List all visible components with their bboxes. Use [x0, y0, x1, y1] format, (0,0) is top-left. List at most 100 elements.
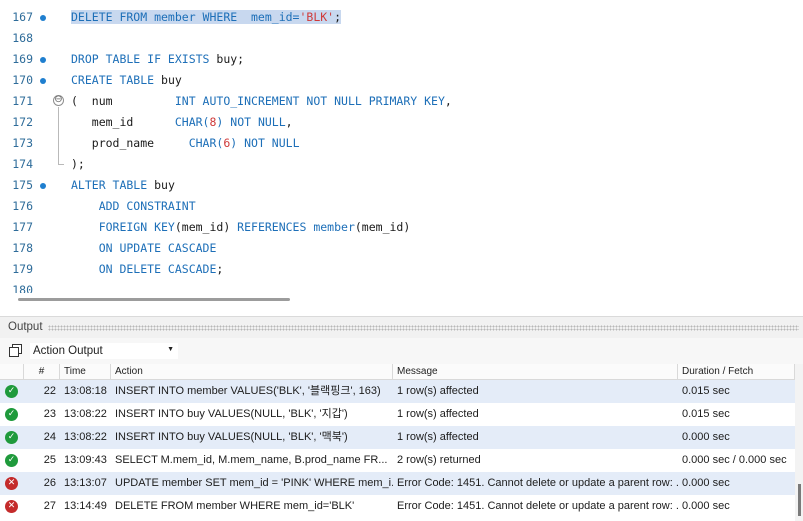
output-panel-title: Output [8, 321, 43, 333]
code-line[interactable]: 174); [0, 154, 803, 175]
line-number: 173 [12, 136, 33, 150]
code-token: FOREIGN KEY [71, 220, 175, 234]
code-token: (mem_id) [354, 220, 411, 234]
code-token: ) NOT NULL [216, 115, 286, 129]
cell-duration: 0.000 sec [682, 477, 730, 489]
table-row[interactable]: ✓ 24 13:08:22 INSERT INTO buy VALUES(NULL, … [0, 426, 795, 449]
cell-num: 22 [43, 385, 56, 397]
code-text: ADD CONSTRAINT [71, 196, 196, 217]
line-number: 179 [12, 262, 33, 276]
code-token: ON DELETE CASCADE [71, 262, 217, 276]
table-row[interactable]: ✕ 26 13:13:07 UPDATE member SET mem_id = 'P… [0, 472, 795, 495]
output-vertical-scroll-thumb[interactable] [798, 484, 801, 516]
code-token: buy [154, 178, 175, 192]
statement-marker-icon [40, 15, 46, 21]
cell-message: 2 row(s) returned [397, 454, 481, 466]
cell-message: Error Code: 1451. Cannot delete or updat… [397, 500, 678, 512]
code-token: DROP TABLE IF EXISTS [71, 52, 217, 66]
cell-duration: 0.015 sec [682, 408, 730, 420]
code-line[interactable]: 171 ⊖ ( num INT AUTO_INCREMENT NOT NULL PR… [0, 91, 803, 112]
code-text: DELETE FROM member WHERE mem_id='BLK'; [71, 7, 342, 28]
line-number: 176 [12, 199, 33, 213]
cell-num: 24 [43, 431, 56, 443]
cell-duration: 0.000 sec [682, 431, 730, 443]
statement-marker-icon [40, 57, 46, 63]
cell-message: 1 row(s) affected [397, 431, 479, 443]
code-token: , [285, 115, 293, 129]
copy-icon[interactable] [9, 344, 22, 357]
code-token: CREATE TABLE [71, 73, 162, 87]
line-number: 169 [12, 52, 33, 66]
column-header[interactable]: Time [60, 364, 111, 380]
code-token: 'BLK' [299, 10, 335, 24]
code-token: ); [71, 157, 85, 171]
table-row[interactable]: ✓ 22 13:08:18 INSERT INTO member VALUES('BL… [0, 380, 795, 403]
code-line[interactable]: 177 FOREIGN KEY(mem_id) REFERENCES membe… [0, 217, 803, 238]
code-token: REFERENCES member [237, 220, 355, 234]
code-token: mem_id [71, 115, 175, 129]
table-row[interactable]: ✓ 25 13:09:43 SELECT M.mem_id, M.mem_name, … [0, 449, 795, 472]
fold-guide-end [58, 164, 64, 165]
code-token: (mem_id) [174, 220, 238, 234]
code-line[interactable]: 173 prod_name CHAR(6) NOT NULL [0, 133, 803, 154]
column-header[interactable]: Action [111, 364, 393, 380]
error-x-icon: ✕ [5, 500, 18, 513]
code-line[interactable]: 176 ADD CONSTRAINT [0, 196, 803, 217]
line-number: 168 [12, 31, 33, 45]
editor-horizontal-scroll-thumb[interactable] [18, 298, 290, 301]
line-number: 178 [12, 241, 33, 255]
code-token: DELETE FROM member WHERE mem_id= [71, 10, 300, 24]
column-header[interactable]: Message [393, 364, 678, 380]
success-check-icon: ✓ [5, 454, 18, 467]
cell-num: 26 [43, 477, 56, 489]
code-text: ( num INT AUTO_INCREMENT NOT NULL PRIMAR… [71, 91, 452, 112]
fold-toggle-icon[interactable]: ⊖ [53, 95, 64, 106]
code-text: mem_id CHAR(8) NOT NULL, [71, 112, 293, 133]
code-line[interactable]: 170 CREATE TABLE buy [0, 70, 803, 91]
code-line[interactable]: 172 mem_id CHAR(8) NOT NULL, [0, 112, 803, 133]
table-row[interactable]: ✓ 23 13:08:22 INSERT INTO buy VALUES(NULL, … [0, 403, 795, 426]
code-token: CHAR( [174, 115, 210, 129]
column-header-status[interactable] [0, 364, 24, 380]
code-line[interactable]: 179 ON DELETE CASCADE; [0, 259, 803, 280]
success-check-icon: ✓ [5, 385, 18, 398]
cell-duration: 0.000 sec / 0.000 sec [682, 454, 787, 466]
code-text: FOREIGN KEY(mem_id) REFERENCES member(me… [71, 217, 411, 238]
code-token: ADD CONSTRAINT [71, 199, 196, 213]
output-type-select[interactable]: Action Output ▼ [29, 342, 179, 360]
code-text: ON DELETE CASCADE; [71, 259, 224, 280]
panel-resize-grip[interactable] [48, 325, 799, 331]
code-token: prod_name [71, 136, 189, 150]
line-number: 177 [12, 220, 33, 234]
code-text: DROP TABLE IF EXISTS buy; [71, 49, 244, 70]
cell-time: 13:13:07 [64, 477, 107, 489]
column-header[interactable]: # [24, 364, 60, 380]
code-line[interactable]: 169 DROP TABLE IF EXISTS buy; [0, 49, 803, 70]
code-token: , [444, 94, 452, 108]
code-line[interactable]: 168 [0, 28, 803, 49]
code-text: ALTER TABLE buy [71, 175, 175, 196]
column-header[interactable]: Duration / Fetch [678, 364, 795, 380]
table-row[interactable]: ✕ 27 13:14:49 DELETE FROM member WHERE mem_… [0, 495, 795, 518]
cell-action: INSERT INTO buy VALUES(NULL, 'BLK', '맥북'… [115, 431, 348, 443]
editor-horizontal-scrollbar[interactable] [0, 293, 803, 315]
cell-time: 13:08:22 [64, 431, 107, 443]
code-token: ; [216, 262, 224, 276]
line-number: 180 [12, 283, 33, 293]
sql-editor[interactable]: 167 DELETE FROM member WHERE mem_id='BLK'… [0, 0, 803, 293]
code-line[interactable]: 167 DELETE FROM member WHERE mem_id='BLK'… [0, 7, 803, 28]
cell-duration: 0.000 sec [682, 500, 730, 512]
cell-num: 27 [43, 500, 56, 512]
error-x-icon: ✕ [5, 477, 18, 490]
cell-message: Error Code: 1451. Cannot delete or updat… [397, 477, 678, 489]
cell-time: 13:08:18 [64, 385, 107, 397]
code-line[interactable]: 175 ALTER TABLE buy [0, 175, 803, 196]
chevron-down-icon: ▼ [167, 346, 174, 353]
cell-num: 23 [43, 408, 56, 420]
code-token: ALTER TABLE [71, 178, 155, 192]
code-text: ON UPDATE CASCADE [71, 238, 217, 259]
code-line[interactable]: 180 [0, 280, 803, 293]
statement-marker-icon [40, 183, 46, 189]
cell-num: 25 [43, 454, 56, 466]
code-line[interactable]: 178 ON UPDATE CASCADE [0, 238, 803, 259]
